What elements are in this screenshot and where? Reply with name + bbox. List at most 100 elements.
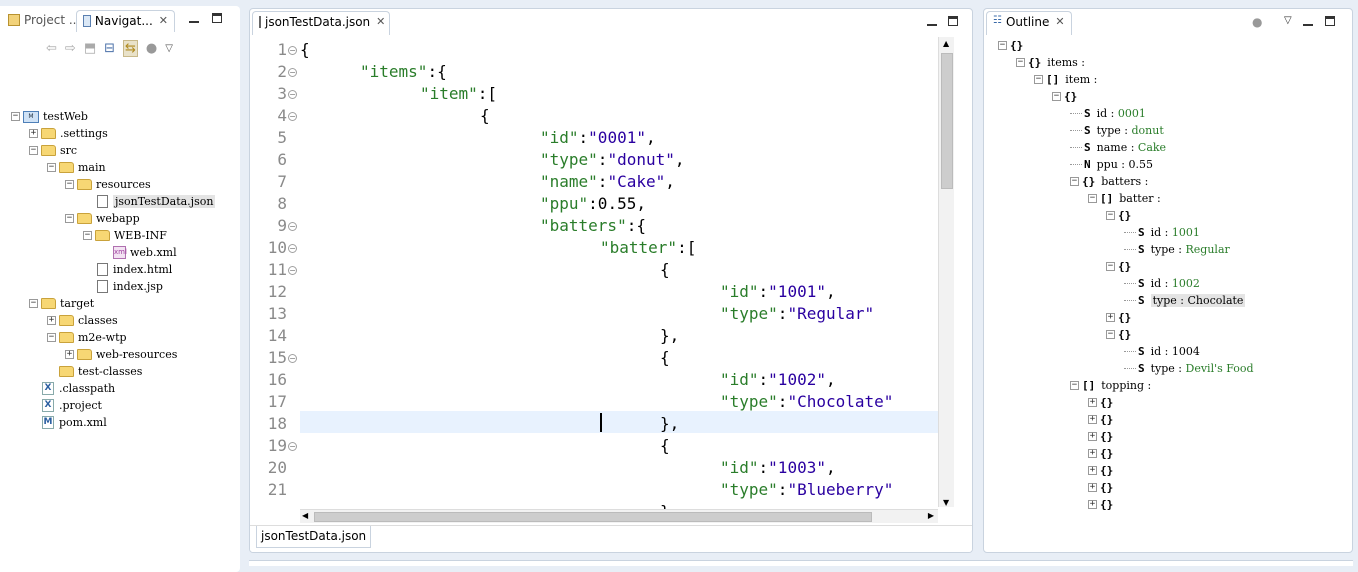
horizontal-scrollbar[interactable]: ◀ ▶ — [300, 509, 938, 523]
expand-icon[interactable]: + — [65, 350, 74, 359]
expand-icon[interactable]: + — [1088, 398, 1097, 407]
collapse-icon[interactable]: − — [1070, 177, 1079, 186]
back-icon[interactable]: ⇦ — [46, 41, 57, 56]
fold-toggle-icon[interactable]: − — [288, 68, 297, 77]
outline-node[interactable]: +{} — [1088, 394, 1119, 411]
tree-item[interactable]: Mpom.xml — [29, 414, 107, 431]
outline-node[interactable]: −{} batters : — [1070, 173, 1148, 190]
view-menu-icon[interactable]: ▽ — [1284, 15, 1292, 26]
collapse-icon[interactable]: − — [1034, 75, 1043, 84]
forward-icon[interactable]: ⇨ — [65, 41, 76, 56]
close-icon[interactable]: ✕ — [159, 14, 168, 27]
filters-icon[interactable]: ● — [146, 41, 157, 56]
outline-node[interactable]: Stype : donut — [1070, 122, 1164, 139]
collapse-icon[interactable]: − — [1016, 58, 1025, 67]
tree-item[interactable]: index.jsp — [83, 278, 163, 295]
tab-editor-json[interactable]: jsonTestData.json ✕ — [252, 11, 390, 35]
tree-item[interactable]: − resources — [65, 176, 151, 193]
tree-item[interactable]: xml web.xml — [101, 244, 177, 261]
tree-item[interactable]: − m2e-wtp — [47, 329, 127, 346]
collapse-icon[interactable]: − — [1106, 262, 1115, 271]
fold-toggle-icon[interactable]: − — [288, 90, 297, 99]
collapse-icon[interactable]: − — [998, 41, 1007, 50]
tree-item[interactable]: index.html — [83, 261, 172, 278]
tab-source[interactable]: jsonTestData.json — [256, 526, 372, 548]
collapse-icon[interactable]: − — [83, 231, 92, 240]
close-icon[interactable]: ✕ — [1055, 15, 1064, 28]
collapse-icon[interactable]: − — [1088, 194, 1097, 203]
expand-icon[interactable]: + — [1088, 483, 1097, 492]
vertical-scrollbar[interactable]: ▲ ▼ — [938, 37, 954, 507]
tree-item[interactable]: jsonTestData.json — [83, 193, 216, 210]
maximize-button[interactable] — [948, 15, 958, 29]
outline-node[interactable]: −{} — [1106, 207, 1137, 224]
outline-node[interactable]: −{} — [1106, 326, 1137, 343]
expand-icon[interactable]: + — [1088, 466, 1097, 475]
outline-node[interactable]: Sid : 1001 — [1124, 224, 1200, 241]
outline-node[interactable]: +{} — [1106, 309, 1137, 326]
expand-icon[interactable]: + — [47, 316, 56, 325]
fold-toggle-icon[interactable]: − — [288, 112, 297, 121]
collapse-icon[interactable]: − — [65, 214, 74, 223]
tree-item[interactable]: + web-resources — [65, 346, 177, 363]
collapse-icon[interactable]: − — [29, 146, 38, 155]
tree-item[interactable]: − main — [47, 159, 106, 176]
collapse-icon[interactable]: − — [1070, 381, 1079, 390]
expand-icon[interactable]: + — [1088, 432, 1097, 441]
tree-item[interactable]: X .project — [29, 397, 102, 414]
tab-navigator[interactable]: Navigat... ✕ — [76, 10, 175, 32]
outline-node[interactable]: Sid : 1002 — [1124, 275, 1200, 292]
collapse-icon[interactable]: − — [47, 163, 56, 172]
outline-node[interactable]: +{} — [1088, 496, 1119, 513]
scroll-left-icon[interactable]: ◀ — [302, 511, 308, 520]
tree-item[interactable]: X .classpath — [29, 380, 115, 397]
outline-node[interactable]: +{} — [1088, 428, 1119, 445]
view-menu-icon[interactable]: ▽ — [165, 43, 173, 54]
outline-node[interactable]: +{} — [1088, 445, 1119, 462]
up-icon[interactable]: ⬒ — [84, 41, 96, 56]
outline-node[interactable]: Sname : Cake — [1070, 139, 1166, 156]
tree-item[interactable]: + .settings — [29, 125, 108, 142]
outline-node[interactable]: −{} — [1106, 258, 1137, 275]
maximize-button[interactable] — [1325, 15, 1335, 29]
outline-node[interactable]: −{} items : — [1016, 54, 1085, 71]
outline-node[interactable]: Stype : Devil's Food — [1124, 360, 1254, 377]
collapse-icon[interactable]: − — [47, 333, 56, 342]
tree-item[interactable]: − MtestWeb — [11, 108, 88, 125]
tree-item[interactable]: − target — [29, 295, 94, 312]
outline-node[interactable]: −[] batter : — [1088, 190, 1161, 207]
expand-icon[interactable]: + — [1088, 500, 1097, 509]
fold-toggle-icon[interactable]: − — [288, 354, 297, 363]
minimize-button[interactable] — [189, 12, 199, 26]
outline-node[interactable]: −{} — [1052, 88, 1083, 105]
scroll-down-icon[interactable]: ▼ — [943, 498, 949, 507]
outline-node[interactable]: −[] item : — [1034, 71, 1097, 88]
outline-node[interactable]: +{} — [1088, 462, 1119, 479]
fold-toggle-icon[interactable]: − — [288, 222, 297, 231]
collapse-icon[interactable]: − — [11, 112, 20, 121]
outline-node[interactable]: +{} — [1088, 411, 1119, 428]
tree-item[interactable]: − webapp — [65, 210, 140, 227]
collapse-all-icon[interactable]: ⊟ — [104, 41, 115, 56]
collapse-icon[interactable]: − — [1106, 211, 1115, 220]
maximize-button[interactable] — [212, 12, 222, 26]
expand-icon[interactable]: + — [1088, 449, 1097, 458]
expand-icon[interactable]: + — [29, 129, 38, 138]
expand-icon[interactable]: + — [1106, 313, 1115, 322]
outline-node[interactable]: Sid : 1004 — [1124, 343, 1200, 360]
scroll-up-icon[interactable]: ▲ — [943, 39, 949, 48]
outline-node[interactable]: Stype : Regular — [1124, 241, 1230, 258]
collapse-icon[interactable]: − — [1106, 330, 1115, 339]
close-icon[interactable]: ✕ — [376, 15, 385, 28]
scroll-thumb[interactable] — [941, 53, 953, 189]
minimize-button[interactable] — [927, 15, 937, 29]
fold-toggle-icon[interactable]: − — [288, 442, 297, 451]
scroll-right-icon[interactable]: ▶ — [928, 511, 934, 520]
link-with-editor-icon[interactable]: ⇆ — [123, 39, 138, 57]
tree-item[interactable]: test-classes — [47, 363, 142, 380]
outline-node[interactable]: +{} — [1088, 479, 1119, 496]
tree-item[interactable]: − WEB-INF — [83, 227, 167, 244]
tree-item[interactable]: − src — [29, 142, 77, 159]
tab-project-explorer[interactable]: Project ... — [2, 10, 86, 32]
fold-toggle-icon[interactable]: − — [288, 244, 297, 253]
